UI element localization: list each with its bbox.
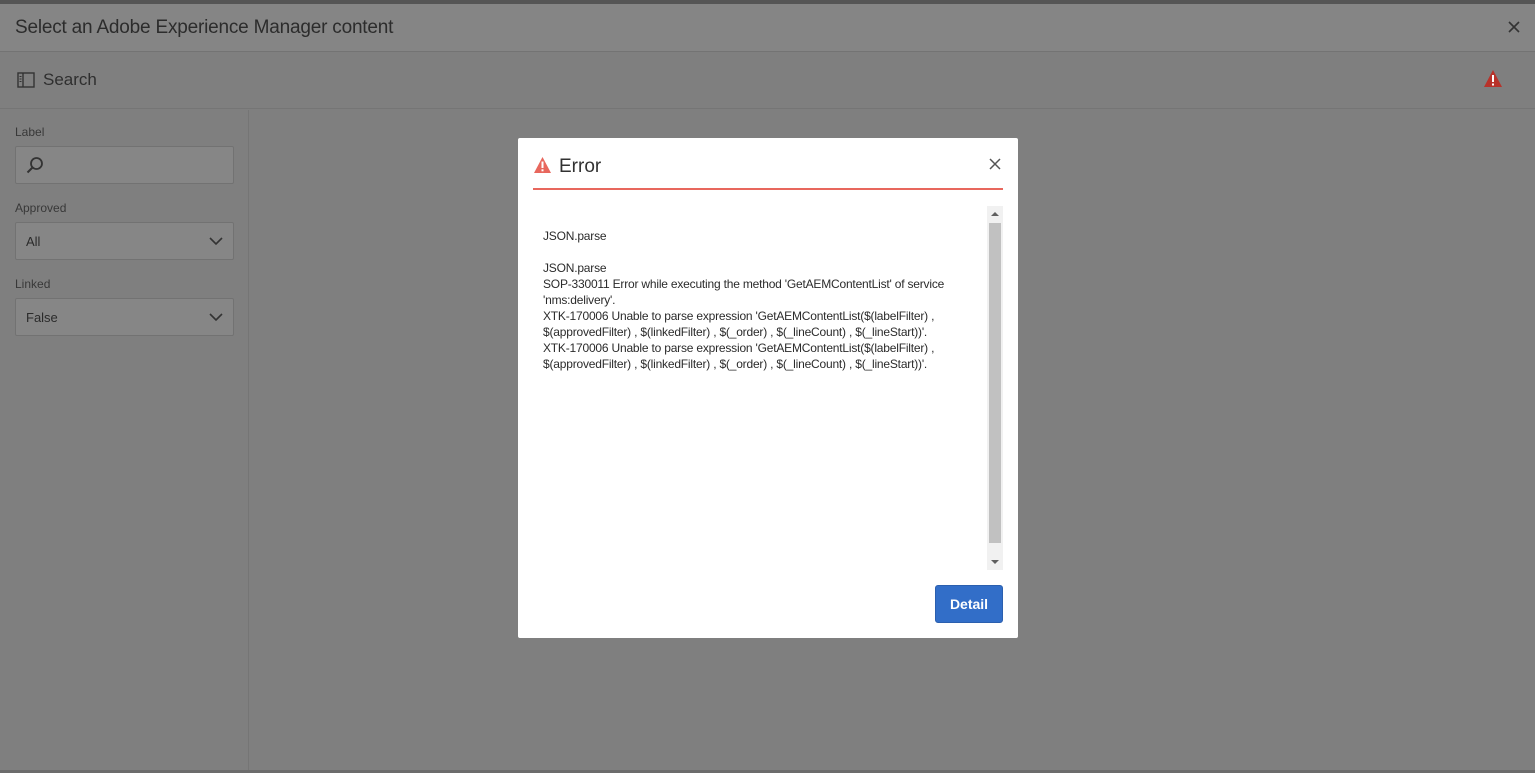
- search-icon: [26, 157, 43, 174]
- window-title: Select an Adobe Experience Manager conte…: [15, 17, 394, 38]
- detail-button[interactable]: Detail: [935, 585, 1003, 623]
- error-message-line: SOP-330011 Error while executing the met…: [543, 277, 945, 291]
- approved-select-value: All: [26, 234, 41, 249]
- warning-icon: [534, 157, 551, 173]
- approved-field-label: Approved: [15, 201, 67, 215]
- vertical-scrollbar[interactable]: [987, 206, 1003, 570]
- error-message-line: $(approvedFilter) , $(linkedFilter) , $(…: [543, 325, 928, 339]
- approved-select[interactable]: All: [15, 222, 234, 260]
- toolbar: Search: [0, 53, 1535, 109]
- linked-select[interactable]: False: [15, 298, 234, 336]
- error-message-line: XTK-170006 Unable to parse expression 'G…: [543, 309, 935, 323]
- window-header: Select an Adobe Experience Manager conte…: [0, 4, 1535, 52]
- triangle-up-icon: [991, 212, 999, 216]
- error-message-line: $(approvedFilter) , $(linkedFilter) , $(…: [543, 357, 928, 371]
- warning-icon[interactable]: [1483, 69, 1503, 88]
- linked-select-value: False: [26, 310, 58, 325]
- close-icon: [1508, 21, 1520, 33]
- error-message-panel[interactable]: JSON.parse JSON.parse SOP-330011 Error w…: [533, 206, 1003, 570]
- error-dialog: Error JSON.parse JSON.parse SOP-330011 E…: [518, 138, 1018, 638]
- linked-field-label: Linked: [15, 277, 51, 291]
- chevron-down-icon: [209, 237, 223, 246]
- close-icon: [989, 158, 1001, 170]
- error-dialog-close-button[interactable]: [987, 156, 1003, 172]
- scroll-up-button[interactable]: [987, 206, 1003, 222]
- chevron-down-icon: [209, 313, 223, 322]
- triangle-down-icon: [991, 560, 999, 564]
- error-dialog-header: Error: [533, 152, 1003, 190]
- sidebar-toggle-icon[interactable]: [17, 72, 35, 88]
- label-search-input[interactable]: [15, 146, 234, 184]
- window-close-button[interactable]: [1505, 18, 1523, 36]
- error-message-line: 'nms:delivery'.: [543, 293, 616, 307]
- error-message-line: XTK-170006 Unable to parse expression 'G…: [543, 341, 935, 355]
- error-message-text: JSON.parse JSON.parse SOP-330011 Error w…: [543, 228, 983, 372]
- scrollbar-thumb[interactable]: [989, 223, 1001, 543]
- label-field-label: Label: [15, 125, 45, 139]
- search-panel-label[interactable]: Search: [43, 70, 97, 90]
- error-message-spacer: [543, 244, 983, 260]
- error-message-line: JSON.parse: [543, 261, 607, 275]
- error-dialog-title: Error: [559, 156, 602, 177]
- error-message-line: JSON.parse: [543, 229, 607, 243]
- scroll-down-button[interactable]: [987, 554, 1003, 570]
- filter-sidebar: Label Approved All Linked False: [0, 110, 249, 773]
